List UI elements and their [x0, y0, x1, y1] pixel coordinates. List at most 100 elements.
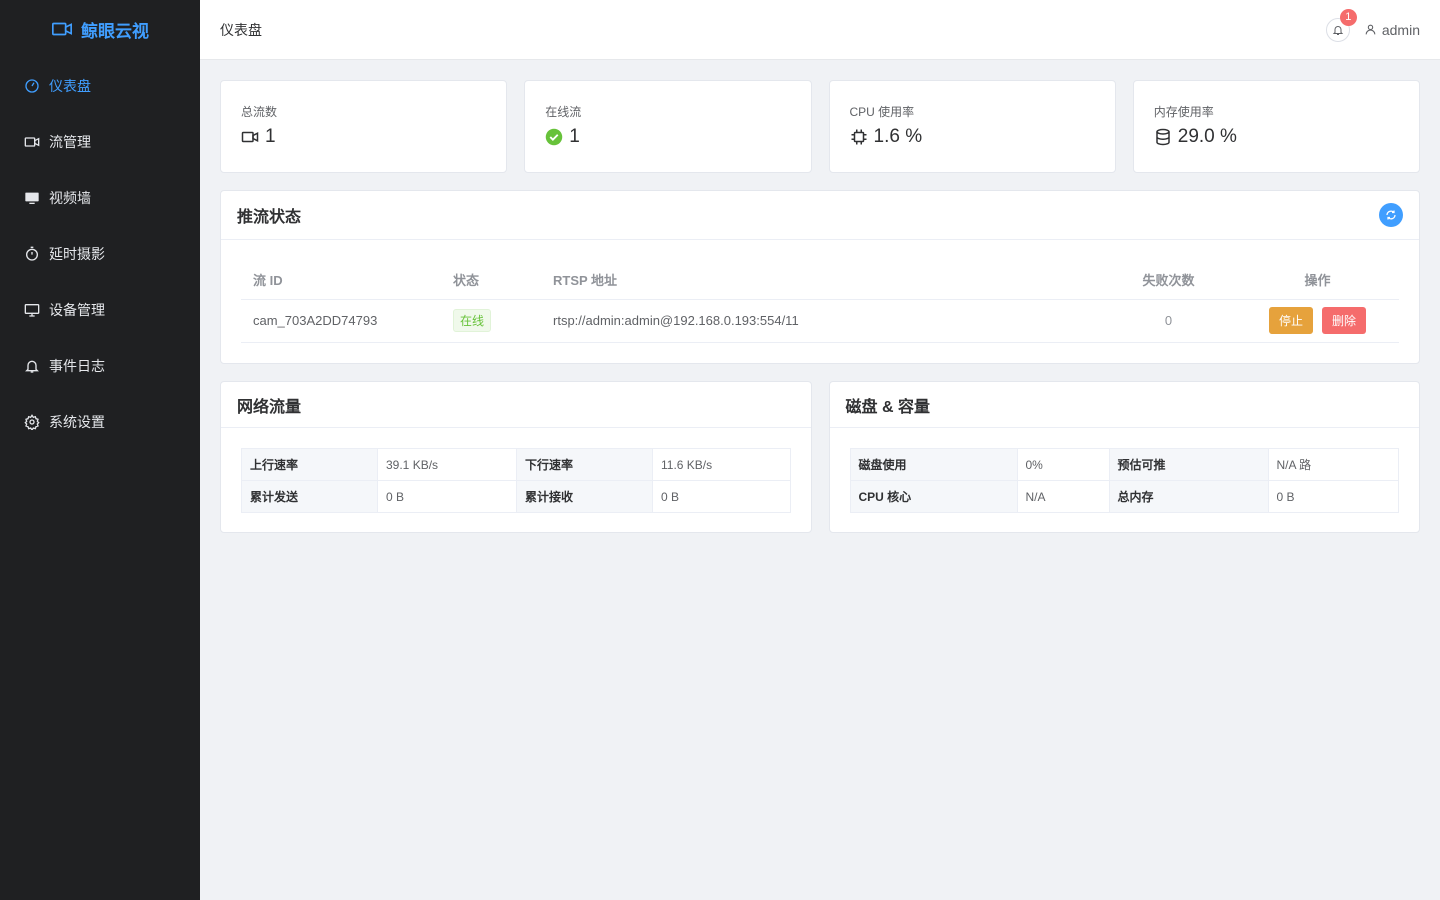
column-header: 状态 [441, 260, 541, 300]
stat-card-memory: 内存使用率 29.0 % [1132, 80, 1420, 173]
key-cell: 预估可推 [1108, 448, 1269, 481]
refresh-icon [1386, 210, 1396, 220]
sidebar-item-label: 设备管理 [49, 302, 105, 318]
user-icon [1365, 24, 1376, 35]
database-icon [1156, 128, 1170, 146]
card-header: 推流状态 [221, 191, 1419, 240]
top-header: 仪表盘 1 admin [200, 0, 1440, 60]
main-content: 总流数 1 在线流 1 CPU 使用率 1.6 % 内存使用率 29.0 % 推… [220, 80, 1420, 533]
video-camera-icon [241, 131, 259, 143]
delete-button[interactable]: 删除 [1322, 307, 1367, 334]
stat-value: 1 [265, 126, 276, 147]
rtsp-cell: rtsp://admin:admin@192.168.0.193:554/11 [541, 299, 1101, 343]
sidebar-item-streams[interactable]: 流管理 [0, 114, 200, 170]
disk-capacity-card: 磁盘 & 容量 磁盘使用 0% 预估可推 N/A 路 CPU 核心 N/A 总内… [828, 381, 1420, 533]
push-status-card: 推流状态 流 ID 状态 RTSP 地址 失败次数 操作 cam_703A2DD… [220, 190, 1420, 364]
column-header: 操作 [1236, 260, 1399, 300]
stop-button[interactable]: 停止 [1268, 307, 1313, 334]
stat-label: 内存使用率 [1153, 105, 1214, 119]
username: admin [1381, 21, 1420, 38]
sidebar-item-label: 事件日志 [49, 358, 105, 374]
sidebar-item-event-log[interactable]: 事件日志 [0, 338, 200, 394]
sidebar: 鲸眼云视 仪表盘 流管理 视频墙 延时摄影 设备管理 事件日志 系统设置 [0, 0, 200, 900]
check-circle-icon [546, 128, 563, 146]
stat-label: 总流数 [241, 105, 278, 119]
sidebar-item-video-wall[interactable]: 视频墙 [0, 170, 200, 226]
actions-cell: 停止 删除 [1236, 299, 1399, 343]
gear-icon [24, 414, 40, 430]
notification-button[interactable]: 1 [1325, 8, 1357, 42]
sidebar-item-timelapse[interactable]: 延时摄影 [0, 226, 200, 282]
stat-value: 1.6 % [873, 126, 923, 147]
network-table: 上行速率 39.1 KB/s 下行速率 11.6 KB/s 累计发送 0 B 累… [241, 448, 791, 513]
failures-cell: 0 [1101, 299, 1236, 343]
video-camera-icon [52, 22, 72, 36]
bell-icon [25, 360, 39, 373]
value-cell: 39.1 KB/s [377, 448, 517, 481]
cpu-icon [851, 129, 866, 145]
bottom-row: 网络流量 上行速率 39.1 KB/s 下行速率 11.6 KB/s 累计发送 … [220, 381, 1420, 533]
stream-id-cell: cam_703A2DD74793 [241, 299, 441, 343]
value-cell: N/A [1016, 480, 1110, 513]
value-cell: 0% [1016, 448, 1110, 481]
breadcrumb: 仪表盘 [220, 21, 262, 38]
refresh-button[interactable] [1379, 203, 1403, 227]
card-header: 网络流量 [221, 382, 811, 428]
table-row: 累计发送 0 B 累计接收 0 B [241, 480, 791, 513]
monitor-icon [25, 192, 39, 204]
notification-badge: 1 [1339, 8, 1357, 26]
status-cell: 在线 [441, 299, 541, 343]
desktop-icon [24, 304, 40, 317]
dashboard-icon [25, 79, 39, 93]
sidebar-item-devices[interactable]: 设备管理 [0, 282, 200, 338]
stat-card-online-streams: 在线流 1 [524, 80, 812, 173]
key-cell: 总内存 [1108, 480, 1269, 513]
table-row: 上行速率 39.1 KB/s 下行速率 11.6 KB/s [241, 448, 791, 481]
header-actions: 1 admin [1325, 8, 1420, 42]
key-cell: 累计接收 [516, 480, 653, 513]
sidebar-item-label: 仪表盘 [49, 78, 91, 94]
stats-row: 总流数 1 在线流 1 CPU 使用率 1.6 % 内存使用率 29.0 % [220, 80, 1420, 173]
column-header: RTSP 地址 [541, 260, 1101, 300]
sidebar-item-dashboard[interactable]: 仪表盘 [0, 58, 200, 114]
key-cell: CPU 核心 [849, 480, 1018, 513]
table-header-row: 流 ID 状态 RTSP 地址 失败次数 操作 [241, 260, 1399, 300]
stat-value: 29.0 % [1177, 126, 1237, 147]
card-title: 推流状态 [237, 209, 302, 226]
stat-card-total-streams: 总流数 1 [220, 80, 508, 173]
stat-value: 1 [569, 126, 580, 147]
sidebar-menu: 仪表盘 流管理 视频墙 延时摄影 设备管理 事件日志 系统设置 [0, 58, 200, 450]
disk-table: 磁盘使用 0% 预估可推 N/A 路 CPU 核心 N/A 总内存 0 B [849, 448, 1400, 513]
stream-table: 流 ID 状态 RTSP 地址 失败次数 操作 cam_703A2DD74793… [241, 260, 1399, 343]
value-cell: 0 B [1267, 480, 1399, 513]
status-badge: 在线 [453, 309, 492, 332]
column-header: 失败次数 [1101, 260, 1236, 300]
user-menu[interactable]: admin [1364, 22, 1420, 38]
brand[interactable]: 鲸眼云视 [0, 0, 200, 58]
value-cell: 0 B [377, 480, 517, 513]
key-cell: 累计发送 [241, 480, 378, 513]
key-cell: 下行速率 [516, 448, 653, 481]
bell-icon [1332, 25, 1344, 35]
brand-name: 鲸眼云视 [81, 21, 149, 41]
key-cell: 上行速率 [241, 448, 378, 481]
stopwatch-icon [26, 246, 38, 261]
value-cell: 0 B [652, 480, 791, 513]
key-cell: 磁盘使用 [849, 448, 1018, 481]
column-header: 流 ID [241, 260, 441, 300]
sidebar-item-label: 系统设置 [49, 414, 105, 430]
card-title: 网络流量 [237, 398, 302, 416]
stat-card-cpu: CPU 使用率 1.6 % [828, 80, 1116, 173]
card-title: 磁盘 & 容量 [845, 398, 930, 416]
stat-label: 在线流 [545, 105, 582, 119]
sidebar-item-settings[interactable]: 系统设置 [0, 394, 200, 450]
sidebar-item-label: 延时摄影 [49, 246, 105, 262]
network-traffic-card: 网络流量 上行速率 39.1 KB/s 下行速率 11.6 KB/s 累计发送 … [220, 381, 812, 533]
video-camera-icon [24, 137, 40, 147]
value-cell: N/A 路 [1267, 448, 1399, 481]
sidebar-item-label: 视频墙 [49, 190, 91, 206]
table-row: cam_703A2DD74793 在线 rtsp://admin:admin@1… [241, 299, 1399, 343]
table-row: CPU 核心 N/A 总内存 0 B [849, 480, 1399, 513]
value-cell: 11.6 KB/s [652, 448, 791, 481]
sidebar-item-label: 流管理 [49, 134, 91, 150]
